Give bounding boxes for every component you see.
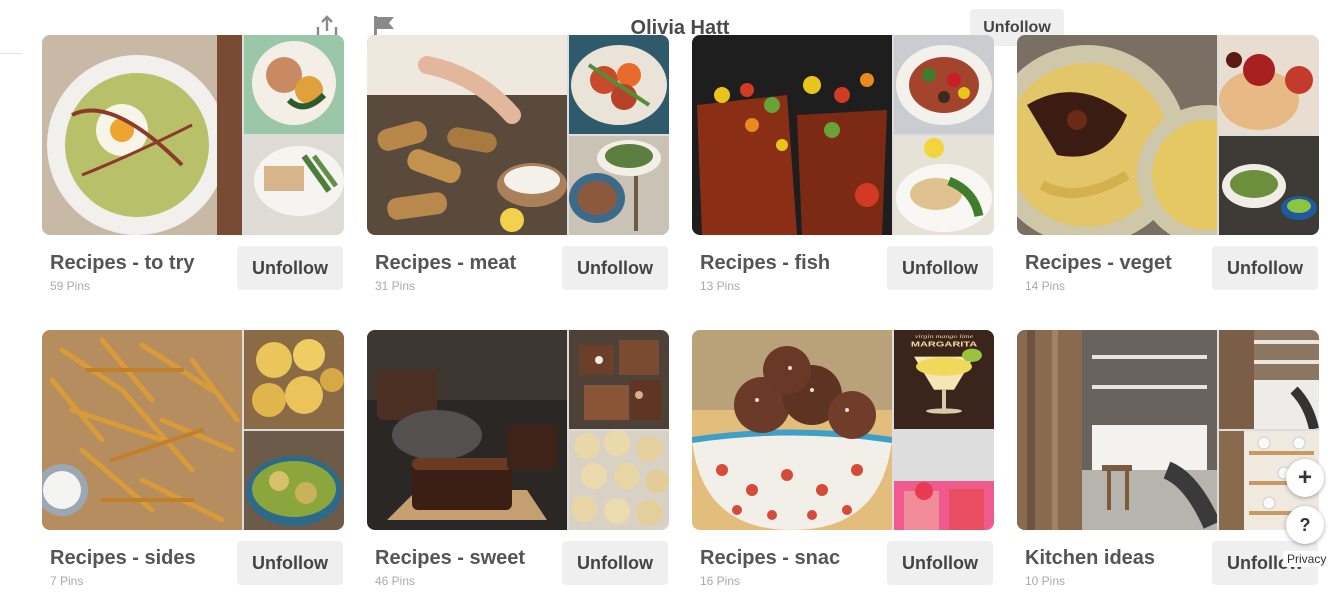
board-cover-thumbnail — [569, 136, 669, 235]
board-title[interactable]: Recipes - veget — [1025, 252, 1172, 275]
board-pin-count: 16 Pins — [700, 574, 741, 588]
unfollow-board-button[interactable]: Unfollow — [887, 246, 993, 290]
board-title[interactable]: Recipes - meat — [375, 252, 516, 275]
board-cover[interactable] — [1017, 35, 1319, 235]
board-pin-count: 13 Pins — [700, 279, 741, 293]
board-card[interactable]: Recipes - meat 31 Pins Unfollow — [367, 35, 669, 300]
unfollow-board-button[interactable]: Unfollow — [562, 541, 668, 585]
board-cover-image — [367, 330, 567, 530]
board-cover-thumbnail — [569, 431, 669, 530]
board-pin-count: 14 Pins — [1025, 279, 1066, 293]
board-cover-thumbnail — [894, 35, 994, 134]
board-cover-thumbnail — [1219, 330, 1319, 429]
board-title[interactable]: Recipes - snac — [700, 547, 840, 570]
unfollow-board-button[interactable]: Unfollow — [887, 541, 993, 585]
board-cover-thumbnail — [244, 136, 344, 235]
unfollow-board-button[interactable]: Unfollow — [237, 541, 343, 585]
margarita-brand-text: virgin mango lime — [915, 334, 973, 339]
board-cover-thumbnail — [244, 431, 344, 530]
add-button[interactable]: + — [1286, 459, 1324, 497]
board-cover-thumbnail — [1219, 136, 1319, 235]
unfollow-board-button[interactable]: Unfollow — [1212, 246, 1318, 290]
board-cover-thumbnail — [569, 35, 669, 134]
margarita-name-text: MARGARITA — [911, 340, 978, 348]
unfollow-board-button[interactable]: Unfollow — [562, 246, 668, 290]
board-cover-thumbnail: virgin mango lime MARGARITA — [894, 330, 994, 429]
board-cover-thumbnail — [569, 330, 669, 429]
board-cover[interactable] — [367, 35, 669, 235]
board-cover-thumbnail — [244, 35, 344, 134]
board-card[interactable]: virgin mango lime MARGARITA Recipes - sn… — [692, 330, 994, 595]
board-cover[interactable] — [692, 35, 994, 235]
board-cover[interactable] — [42, 330, 344, 530]
board-cover[interactable] — [367, 330, 669, 530]
board-cover[interactable]: virgin mango lime MARGARITA — [692, 330, 994, 530]
board-cover-image — [1017, 35, 1217, 235]
board-title[interactable]: Kitchen ideas — [1025, 547, 1155, 570]
board-title[interactable]: Recipes - to try — [50, 252, 194, 275]
board-cover-image — [692, 35, 892, 235]
board-cover[interactable] — [1017, 330, 1319, 530]
plus-icon: + — [1297, 464, 1312, 491]
board-cover-image — [42, 330, 242, 530]
board-pin-count: 31 Pins — [375, 279, 416, 293]
board-pin-count: 7 Pins — [50, 574, 84, 588]
board-title[interactable]: Recipes - sweet — [375, 547, 525, 570]
board-card[interactable]: Recipes - to try 59 Pins Unfollow — [42, 35, 344, 300]
board-card[interactable]: Recipes - fish 13 Pins Unfollow — [692, 35, 994, 300]
board-card[interactable]: Kitchen ideas 10 Pins Unfollow — [1017, 330, 1319, 595]
board-pin-count: 46 Pins — [375, 574, 416, 588]
board-cover-image — [1017, 330, 1217, 530]
board-cover-image — [367, 35, 567, 235]
board-card[interactable]: Recipes - sides 7 Pins Unfollow — [42, 330, 344, 595]
privacy-link[interactable]: Privacy — [1283, 551, 1331, 567]
help-button[interactable]: ? — [1286, 506, 1324, 544]
unfollow-board-button[interactable]: Unfollow — [237, 246, 343, 290]
board-cover-image — [692, 330, 892, 530]
board-card[interactable]: Recipes - sweet 46 Pins Unfollow — [367, 330, 669, 595]
board-card[interactable]: Recipes - veget 14 Pins Unfollow — [1017, 35, 1319, 300]
header-divider — [0, 53, 22, 54]
board-cover[interactable] — [42, 35, 344, 235]
help-icon: ? — [1299, 514, 1311, 535]
board-pin-count: 59 Pins — [50, 279, 91, 293]
board-cover-image — [42, 35, 242, 235]
board-cover-thumbnail — [1219, 35, 1319, 134]
board-cover-thumbnail — [894, 481, 994, 530]
board-pin-count: 10 Pins — [1025, 574, 1066, 588]
board-cover-thumbnail — [894, 136, 994, 235]
board-title[interactable]: Recipes - sides — [50, 547, 196, 570]
board-cover-thumbnail — [244, 330, 344, 429]
board-title[interactable]: Recipes - fish — [700, 252, 830, 275]
